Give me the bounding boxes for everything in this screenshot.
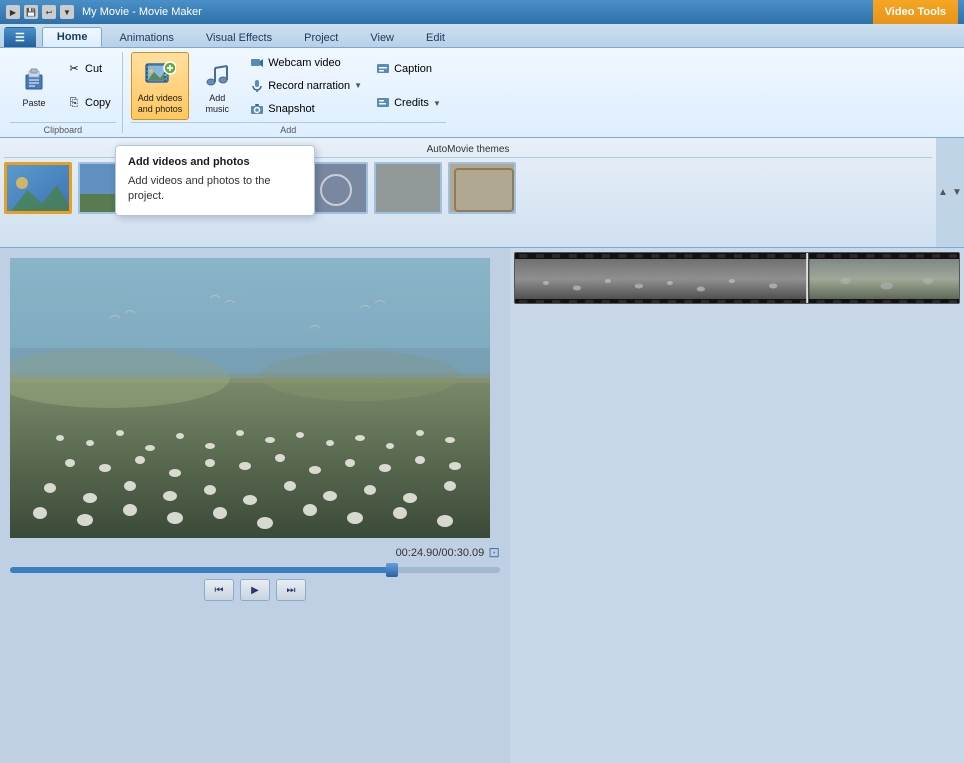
tab-visual-effects[interactable]: Visual Effects <box>191 28 287 47</box>
copy-icon: ⎘ <box>67 96 81 110</box>
tab-animations[interactable]: Animations <box>104 28 188 47</box>
paste-label: Paste <box>22 98 45 109</box>
expand-icon[interactable]: ⊡ <box>488 544 500 561</box>
webcam-button[interactable]: Webcam video <box>245 52 367 74</box>
quick-access-save[interactable]: 💾 <box>24 5 38 19</box>
time-display: 00:24.90/00:30.09 ⊡ <box>10 544 500 561</box>
timeline-panel <box>510 248 964 763</box>
ribbon-tabs: ☰ Home Animations Visual Effects Project… <box>0 24 964 48</box>
camera-icon <box>250 102 264 116</box>
caption-icon <box>376 62 390 76</box>
play-button[interactable]: ▶ <box>240 579 270 601</box>
snapshot-label: Snapshot <box>268 103 314 115</box>
main-content: 00:24.90/00:30.09 ⊡ ⏮ ▶ ⏭ <box>0 248 964 763</box>
preview-panel: 00:24.90/00:30.09 ⊡ ⏮ ▶ ⏭ <box>0 248 510 763</box>
add-music-label: Addmusic <box>205 93 229 115</box>
theme-thumb-7[interactable] <box>448 162 516 214</box>
theme-thumb-1[interactable] <box>4 162 72 214</box>
themes-scroll-up[interactable]: ▲ <box>936 138 950 247</box>
snapshot-button[interactable]: Snapshot <box>245 98 367 120</box>
quick-access-undo[interactable]: ↩ <box>42 5 56 19</box>
credits-icon <box>376 96 390 110</box>
scissors-icon: ✂ <box>67 62 81 76</box>
add-music-icon <box>201 58 233 90</box>
credits-label: Credits <box>394 97 429 109</box>
window-title: My Movie - Movie Maker <box>82 6 202 18</box>
playback-controls: ⏮ ▶ ⏭ <box>10 579 500 601</box>
mic-icon <box>250 79 264 93</box>
add-music-button[interactable]: Addmusic <box>193 52 241 120</box>
tab-view[interactable]: View <box>355 28 409 47</box>
webcam-label: Webcam video <box>268 57 341 69</box>
cut-button[interactable]: ✂ Cut <box>62 58 116 80</box>
cut-label: Cut <box>85 63 102 75</box>
webcam-icon <box>250 56 264 70</box>
tab-project[interactable]: Project <box>289 28 353 47</box>
caption-col: Caption Credits ▼ <box>371 52 446 120</box>
add-group-label: Add <box>131 122 446 135</box>
themes-scroll-down[interactable]: ▼ <box>950 138 964 247</box>
ribbon: Paste ✂ Cut ⎘ Copy Clipboard <box>0 48 964 138</box>
cut-copy-col: ✂ Cut ⎘ Copy <box>62 52 116 120</box>
title-bar: ▶ 💾 ↩ ▼ My Movie - Movie Maker Video Too… <box>0 0 964 24</box>
add-group: Add videosand photos Addmusic <box>125 52 452 133</box>
caption-label: Caption <box>394 63 432 75</box>
video-tools-badge: Video Tools <box>873 0 958 24</box>
add-videos-label: Add videosand photos <box>138 93 183 115</box>
record-narration-label: Record narration <box>268 80 350 92</box>
copy-button[interactable]: ⎘ Copy <box>62 92 116 114</box>
credits-dropdown-arrow[interactable]: ▼ <box>433 99 441 108</box>
copy-label: Copy <box>85 97 111 109</box>
paste-icon <box>18 63 50 95</box>
timestamp: 00:24.90/00:30.09 <box>396 547 485 559</box>
tooltip: Add videos and photos Add videos and pho… <box>115 145 315 216</box>
tab-edit[interactable]: Edit <box>411 28 460 47</box>
tab-app[interactable]: ☰ <box>4 27 36 47</box>
theme-thumb-6[interactable] <box>374 162 442 214</box>
app-icon: ▶ <box>6 5 20 19</box>
clipboard-label: Clipboard <box>10 122 116 135</box>
video-preview <box>10 258 490 538</box>
paste-button[interactable]: Paste <box>10 52 58 120</box>
webcam-col: Webcam video Record narration ▼ <box>245 52 367 120</box>
add-videos-button[interactable]: Add videosand photos <box>131 52 190 120</box>
timeline-video-strip[interactable] <box>514 252 960 304</box>
credits-button[interactable]: Credits ▼ <box>371 92 446 114</box>
progress-handle[interactable] <box>386 563 398 577</box>
rewind-button[interactable]: ⏮ <box>204 579 234 601</box>
record-narration-button[interactable]: Record narration ▼ <box>245 75 367 97</box>
caption-button[interactable]: Caption <box>371 58 446 80</box>
clipboard-group: Paste ✂ Cut ⎘ Copy Clipboard <box>4 52 123 133</box>
progress-fill <box>10 567 392 573</box>
record-dropdown-arrow[interactable]: ▼ <box>354 81 362 90</box>
tooltip-desc: Add videos and photos to the project. <box>128 174 302 205</box>
progress-bar[interactable] <box>10 567 500 573</box>
tooltip-title: Add videos and photos <box>128 156 302 168</box>
preview-controls: 00:24.90/00:30.09 ⊡ ⏮ ▶ ⏭ <box>10 538 500 607</box>
add-videos-icon <box>144 58 176 90</box>
tab-home[interactable]: Home <box>42 27 103 47</box>
forward-button[interactable]: ⏭ <box>276 579 306 601</box>
quick-access-more[interactable]: ▼ <box>60 5 74 19</box>
